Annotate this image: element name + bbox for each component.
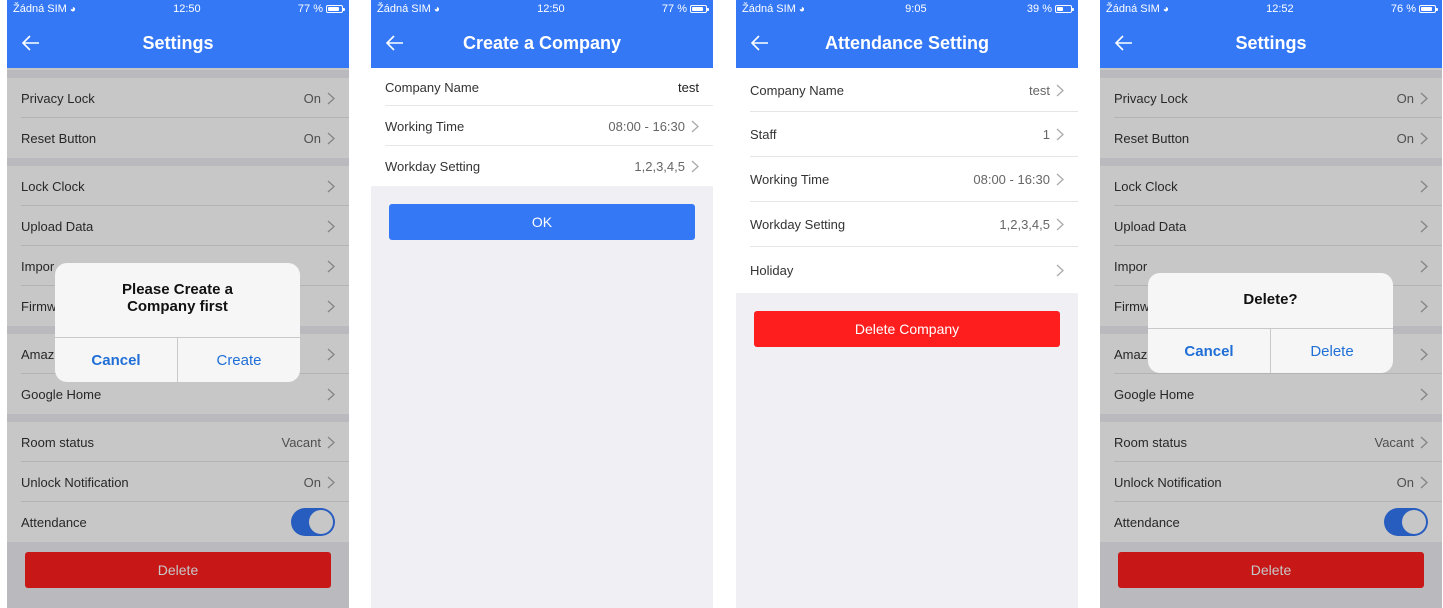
clock-label: 12:50 bbox=[173, 3, 201, 15]
status-bar: Žádná SIM ◕ 12:52 76 % bbox=[1100, 0, 1442, 18]
row-value: 1 bbox=[1042, 127, 1050, 142]
nav-bar: Create a Company bbox=[371, 18, 713, 68]
alert-cancel-button[interactable]: Cancel bbox=[1148, 329, 1270, 373]
nav-bar: Attendance Setting bbox=[736, 18, 1078, 68]
back-arrow-icon[interactable] bbox=[383, 31, 407, 55]
phone-screen-create-company: Žádná SIM ◕ 12:50 77 % Create a Company C… bbox=[371, 0, 713, 608]
row-label: Company Name bbox=[750, 82, 844, 98]
alert-dialog: Please Create a Company first Cancel Cre… bbox=[55, 263, 300, 382]
carrier-label: Žádná SIM bbox=[13, 3, 67, 15]
back-arrow-icon[interactable] bbox=[19, 31, 43, 55]
nav-bar: Settings bbox=[7, 18, 349, 68]
phone-screen-settings-delete: Žádná SIM ◕ 12:52 76 % Settings Privacy L… bbox=[1100, 0, 1442, 608]
back-arrow-icon[interactable] bbox=[748, 31, 772, 55]
company-name-row[interactable]: Company Name test bbox=[371, 68, 713, 106]
page-title: Settings bbox=[1235, 32, 1307, 53]
wifi-icon: ◕ bbox=[433, 4, 440, 15]
alert-message: Delete? bbox=[1243, 291, 1298, 308]
wifi-icon: ◕ bbox=[69, 4, 76, 15]
chevron-right-icon bbox=[1056, 264, 1064, 276]
row-label: Working Time bbox=[750, 172, 830, 187]
wifi-icon: ◕ bbox=[798, 4, 805, 15]
carrier-label: Žádná SIM bbox=[377, 3, 431, 15]
battery-icon bbox=[1419, 5, 1438, 14]
alert-delete-button[interactable]: Delete bbox=[1270, 329, 1393, 373]
alert-dialog: Delete? Cancel Delete bbox=[1148, 273, 1393, 373]
clock-label: 12:50 bbox=[537, 3, 565, 15]
status-bar: Žádná SIM ◕ 12:50 77 % bbox=[7, 0, 349, 18]
chevron-right-icon bbox=[1056, 218, 1064, 231]
chevron-right-icon bbox=[1056, 84, 1064, 96]
row-value: 08:00 - 16:30 bbox=[608, 118, 685, 134]
clock-label: 12:52 bbox=[1266, 3, 1294, 15]
carrier-label: Žádná SIM bbox=[1106, 3, 1160, 15]
row-value: 08:00 - 16:30 bbox=[973, 172, 1050, 187]
battery-label: 39 % bbox=[1026, 3, 1052, 15]
back-arrow-icon[interactable] bbox=[1112, 31, 1136, 55]
working-time-row[interactable]: Working Time 08:00 - 16:30 bbox=[371, 106, 713, 146]
row-label: Working Time bbox=[385, 118, 465, 134]
battery-icon bbox=[326, 5, 345, 14]
row-label: Holiday bbox=[750, 262, 794, 278]
battery-icon bbox=[1054, 5, 1074, 14]
row-label: Workday Setting bbox=[750, 217, 846, 232]
row-value: test bbox=[678, 79, 699, 95]
workday-setting-row[interactable]: Workday Setting 1,2,3,4,5 bbox=[371, 146, 713, 186]
alert-create-button[interactable]: Create bbox=[177, 338, 300, 382]
wifi-icon: ◕ bbox=[1162, 4, 1169, 15]
battery-label: 77 % bbox=[297, 3, 323, 15]
page-title: Create a Company bbox=[462, 32, 622, 53]
row-value: 1,2,3,4,5 bbox=[634, 158, 685, 174]
chevron-right-icon bbox=[1056, 128, 1064, 141]
nav-bar: Settings bbox=[1100, 18, 1442, 68]
delete-company-button[interactable]: Delete Company bbox=[754, 311, 1060, 347]
status-bar: Žádná SIM ◕ 9:05 39 % bbox=[736, 0, 1078, 18]
battery-label: 76 % bbox=[1390, 3, 1416, 15]
workday-setting-row[interactable]: Workday Setting 1,2,3,4,5 bbox=[736, 202, 1078, 247]
holiday-row[interactable]: Holiday bbox=[736, 247, 1078, 293]
page-title: Settings bbox=[142, 32, 214, 53]
status-bar: Žádná SIM ◕ 12:50 77 % bbox=[371, 0, 713, 18]
phone-screen-attendance-setting: Žádná SIM ◕ 9:05 39 % Attendance Setting … bbox=[736, 0, 1078, 608]
clock-label: 9:05 bbox=[905, 3, 927, 15]
chevron-right-icon bbox=[691, 160, 699, 172]
battery-label: 77 % bbox=[661, 3, 687, 15]
company-name-row[interactable]: Company Name test bbox=[736, 68, 1078, 112]
row-label: Company Name bbox=[385, 79, 479, 95]
chevron-right-icon bbox=[691, 120, 699, 132]
carrier-label: Žádná SIM bbox=[742, 3, 796, 15]
phone-screen-settings: Žádná SIM ◕ 12:50 77 % Settings Privacy L… bbox=[7, 0, 349, 608]
alert-message: Please Create a Company first bbox=[122, 281, 233, 315]
battery-icon bbox=[690, 5, 709, 14]
ok-button[interactable]: OK bbox=[389, 204, 695, 240]
row-label: Staff bbox=[750, 127, 777, 142]
alert-cancel-button[interactable]: Cancel bbox=[55, 338, 177, 382]
chevron-right-icon bbox=[1056, 173, 1064, 186]
row-value: 1,2,3,4,5 bbox=[999, 217, 1050, 232]
row-label: Workday Setting bbox=[385, 158, 481, 174]
working-time-row[interactable]: Working Time 08:00 - 16:30 bbox=[736, 157, 1078, 202]
page-title: Attendance Setting bbox=[824, 32, 989, 53]
row-value: test bbox=[1029, 82, 1050, 98]
staff-row[interactable]: Staff 1 bbox=[736, 112, 1078, 157]
